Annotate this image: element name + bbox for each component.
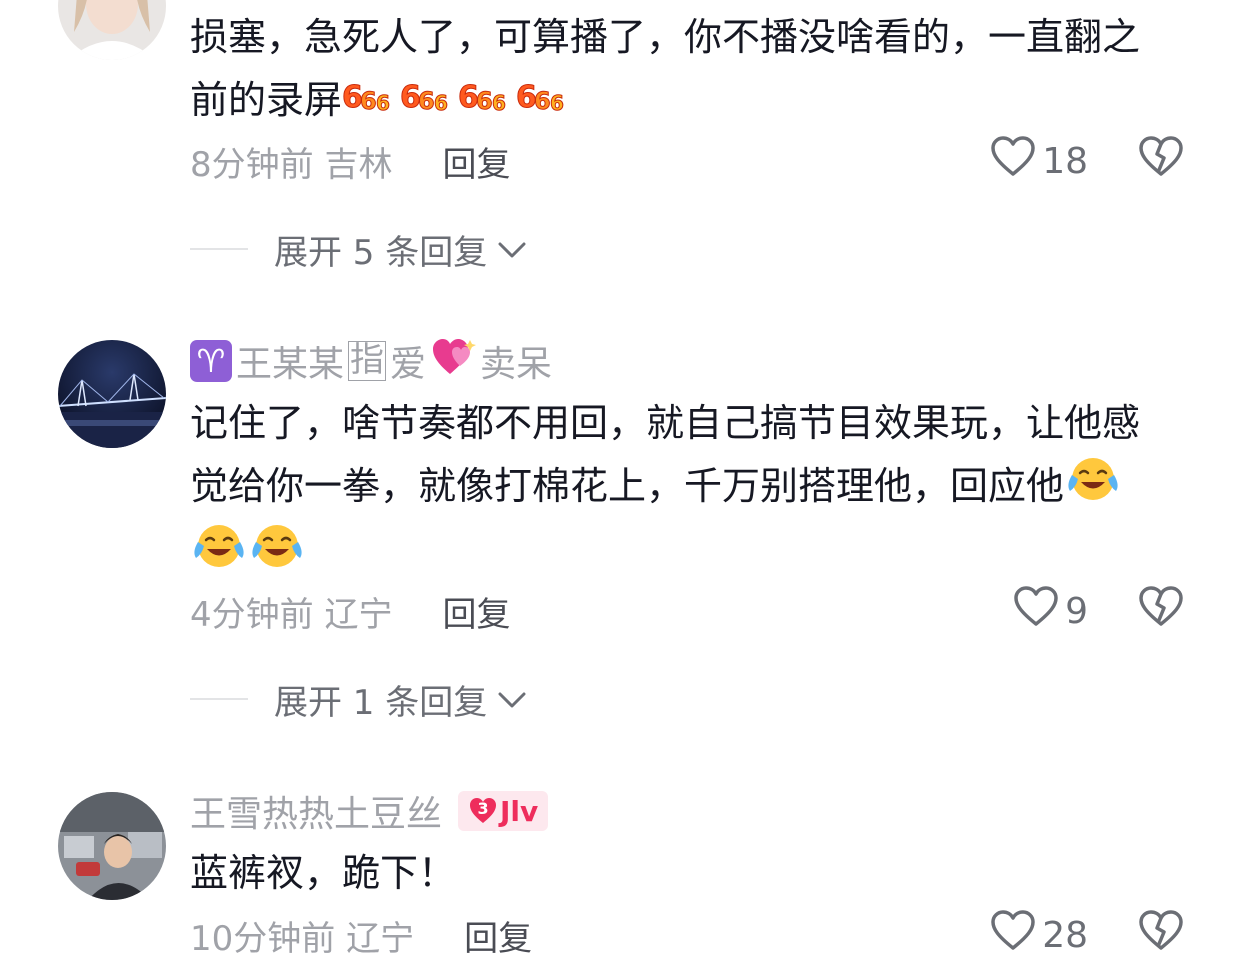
reaction-group: 18: [990, 135, 1184, 187]
like-button[interactable]: 18: [990, 135, 1088, 187]
reaction-group: 9: [1013, 585, 1184, 637]
dislike-button[interactable]: [1138, 585, 1184, 637]
like-count: 18: [1042, 140, 1088, 182]
broken-heart-icon: [1138, 585, 1184, 637]
comment-meta: 4分钟前 辽宁 回复 9: [190, 585, 1184, 637]
divider: [190, 698, 248, 700]
expand-replies: 展开 5 条回复: [190, 224, 527, 274]
level-text: Jlv: [500, 794, 539, 828]
username-text: 爱: [390, 344, 427, 385]
comment-text: 蓝裤衩，跪下！: [190, 851, 457, 895]
dislike-button[interactable]: [1138, 909, 1184, 961]
chevron-down-icon: [497, 229, 527, 269]
expand-replies: 展开 1 条回复: [190, 674, 527, 724]
username-text: 王某某: [236, 344, 345, 385]
comment-meta: 10分钟前 辽宁 回复 28: [190, 909, 1184, 961]
broken-heart-icon: [1138, 909, 1184, 961]
expand-replies-button[interactable]: 展开 1 条回复: [274, 675, 527, 724]
expand-label: 展开 1 条回复: [274, 682, 488, 723]
laugh-cry-icon: [1064, 455, 1122, 522]
comment-text: 损塞，急死人了，可算播了，你不播没啥看的，一直翻之前的录屏 6 6 6 6 6 6 6 6 6 6 6…: [190, 6, 1170, 134]
avatar[interactable]: [58, 792, 166, 900]
like-button[interactable]: 28: [990, 909, 1088, 961]
svg-text:6: 6: [476, 87, 493, 115]
666-icon: 666: [516, 71, 574, 134]
svg-text:6: 6: [492, 91, 506, 115]
like-count: 9: [1065, 590, 1088, 632]
chevron-down-icon: [497, 679, 527, 719]
svg-text:6: 6: [534, 87, 551, 115]
sparkling-heart-icon: [430, 336, 477, 387]
666-icon: 666: [342, 71, 400, 134]
comment-text: 记住了，啥节奏都不用回，就自己搞节目效果玩，让他感觉给你一拳，就像打棉花上，千万…: [190, 392, 1170, 589]
laugh-cry-icon: [248, 522, 306, 589]
reply-button[interactable]: 回复: [442, 137, 510, 186]
heart-icon: [990, 909, 1036, 961]
comment-meta: 8分钟前 吉林 回复 18: [190, 135, 1184, 187]
level-badge: 3 Jlv: [458, 791, 549, 831]
aries-icon: ♈: [190, 340, 232, 382]
reaction-group: 28: [990, 909, 1184, 961]
reply-button[interactable]: 回复: [442, 587, 510, 636]
broken-heart-icon: [1138, 135, 1184, 187]
level-number: 3: [477, 799, 489, 818]
expand-label: 展开 5 条回复: [274, 232, 488, 273]
666-icon: 666: [400, 71, 458, 134]
dislike-button[interactable]: [1138, 135, 1184, 187]
comment-username[interactable]: ♈ 王某某 指 爱 卖呆: [190, 336, 552, 386]
comment-time-location: 10分钟前 辽宁: [190, 918, 415, 959]
avatar[interactable]: [58, 0, 166, 60]
heart-icon: [990, 135, 1036, 187]
avatar[interactable]: [58, 340, 166, 448]
666-icon: 666: [458, 71, 516, 134]
username-boxed-char: 指: [348, 340, 387, 381]
like-count: 28: [1042, 914, 1088, 956]
svg-text:6: 6: [360, 87, 377, 115]
comment-username[interactable]: 王雪热热土豆丝 3 Jlv: [190, 786, 549, 836]
svg-text:6: 6: [376, 91, 390, 115]
username-text: 王雪热热土豆丝: [190, 794, 443, 835]
reply-button[interactable]: 回复: [464, 911, 532, 960]
divider: [190, 248, 248, 250]
svg-text:6: 6: [434, 91, 448, 115]
level-heart-icon: 3: [468, 797, 498, 825]
comment-time-location: 4分钟前 辽宁: [190, 594, 393, 635]
username-text: 卖呆: [480, 344, 553, 385]
heart-icon: [1013, 585, 1059, 637]
comment-time-location: 8分钟前 吉林: [190, 144, 393, 185]
laugh-cry-icon: [190, 522, 248, 589]
svg-text:6: 6: [418, 87, 435, 115]
expand-replies-button[interactable]: 展开 5 条回复: [274, 225, 527, 274]
like-button[interactable]: 9: [1013, 585, 1088, 637]
svg-text:6: 6: [550, 91, 564, 115]
